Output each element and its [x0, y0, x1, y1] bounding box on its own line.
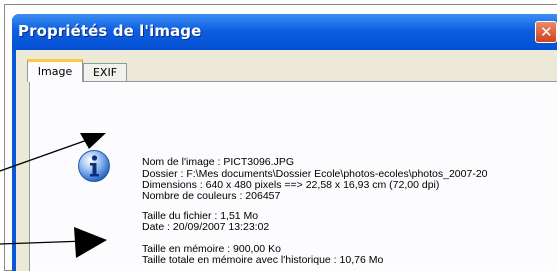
tab-image[interactable]: Image: [27, 59, 83, 82]
arrow-memory: [0, 227, 107, 258]
annotation-arrows: [0, 133, 107, 258]
arrow-dimensions: [0, 133, 106, 172]
